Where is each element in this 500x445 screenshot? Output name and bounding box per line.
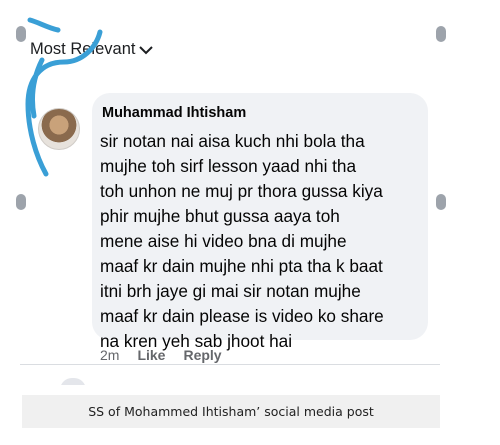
comment-line: maaf kr dain please is video ko share <box>100 306 384 326</box>
facebook-comment-screenshot: Most Relevant Muhammad Ihtisham sir nota… <box>20 20 440 385</box>
comment-author[interactable]: Muhammad Ihtisham <box>102 105 246 121</box>
comment-line: sir notan nai aisa kuch nhi bola tha <box>100 131 365 151</box>
chevron-down-icon <box>139 45 154 54</box>
comment-line: mene aise hi video bna di mujhe <box>100 231 347 251</box>
comment-line: maaf kr dain mujhe nhi pta tha k baat <box>100 256 383 276</box>
comment-bubble: Muhammad Ihtisham sir notan nai aisa kuc… <box>92 93 428 351</box>
comment-actions: 2m Like Reply <box>100 347 222 363</box>
next-comment-avatar <box>60 378 86 385</box>
avatar[interactable] <box>38 108 80 150</box>
caption-box: SS of Mohammed Ihtisham’ social media po… <box>22 395 440 428</box>
divider <box>20 364 440 365</box>
reply-button[interactable]: Reply <box>183 347 221 363</box>
comment-line: toh unhon ne muj pr thora gussa kiya <box>100 181 383 201</box>
comment-filter-dropdown[interactable]: Most Relevant <box>30 40 154 59</box>
edge-dot <box>436 194 446 210</box>
edge-dot <box>436 26 446 42</box>
comment-text: sir notan nai aisa kuch nhi bola tha muj… <box>100 129 426 354</box>
like-button[interactable]: Like <box>137 347 165 363</box>
comment-line: mujhe toh sirf lesson yaad nhi tha <box>100 156 357 176</box>
image-caption: SS of Mohammed Ihtisham’ social media po… <box>88 404 374 419</box>
filter-label: Most Relevant <box>30 40 136 58</box>
comment-line: phir mujhe bhut gussa aaya toh <box>100 206 340 226</box>
comment-timestamp[interactable]: 2m <box>100 347 119 363</box>
comment-line: itni brh jaye gi mai sir notan mujhe <box>100 281 361 301</box>
edge-dot <box>16 26 26 42</box>
edge-dot <box>16 194 26 210</box>
